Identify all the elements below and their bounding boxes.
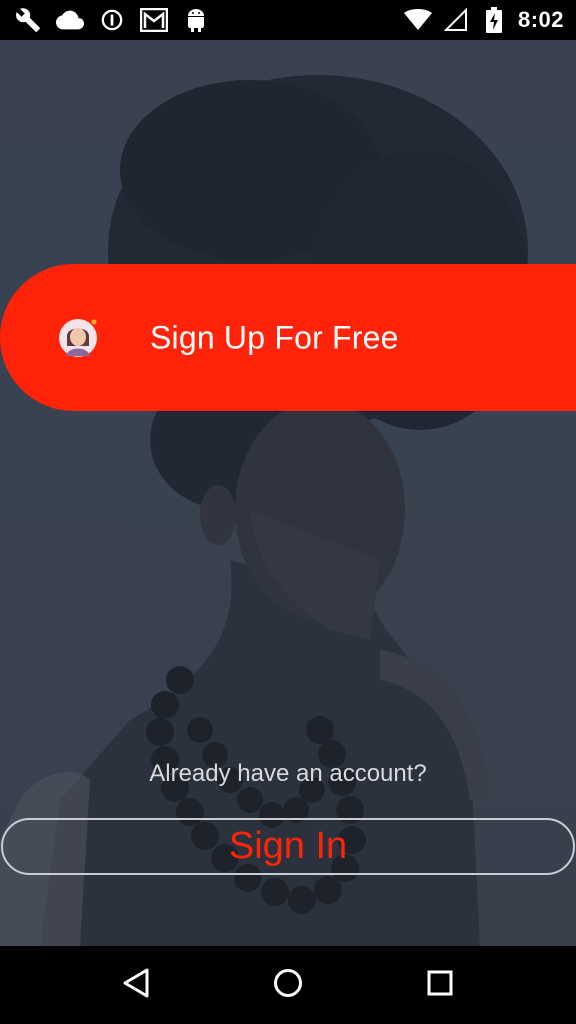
wrench-icon bbox=[14, 6, 42, 34]
sign-up-label: Sign Up For Free bbox=[150, 319, 399, 355]
back-button[interactable] bbox=[106, 955, 166, 1015]
sign-in-label: Sign In bbox=[228, 825, 348, 867]
status-right-icons: 8:02 bbox=[403, 6, 564, 34]
navigation-bar bbox=[0, 946, 576, 1024]
wifi-icon bbox=[403, 6, 432, 34]
home-button[interactable] bbox=[258, 955, 318, 1015]
cell-signal-icon bbox=[442, 6, 470, 34]
home-icon bbox=[273, 968, 303, 1003]
already-have-account-text: Already have an account? bbox=[149, 760, 427, 787]
user-avatar-icon bbox=[58, 318, 98, 358]
background-photo bbox=[0, 40, 576, 946]
recents-button[interactable] bbox=[410, 955, 470, 1015]
recents-icon bbox=[426, 969, 454, 1002]
info-circle-icon bbox=[98, 6, 126, 34]
sign-up-button[interactable]: Sign Up For Free bbox=[0, 264, 576, 411]
status-left-icons bbox=[14, 6, 210, 34]
cloud-icon bbox=[56, 6, 84, 34]
status-bar: 8:02 bbox=[0, 0, 576, 40]
hero-background bbox=[0, 40, 576, 946]
battery-charging-icon bbox=[480, 6, 508, 34]
android-icon bbox=[182, 6, 210, 34]
sign-in-button[interactable]: Sign In bbox=[1, 818, 575, 875]
back-icon bbox=[121, 967, 151, 1004]
gmail-icon bbox=[140, 6, 168, 34]
status-time: 8:02 bbox=[517, 7, 564, 32]
